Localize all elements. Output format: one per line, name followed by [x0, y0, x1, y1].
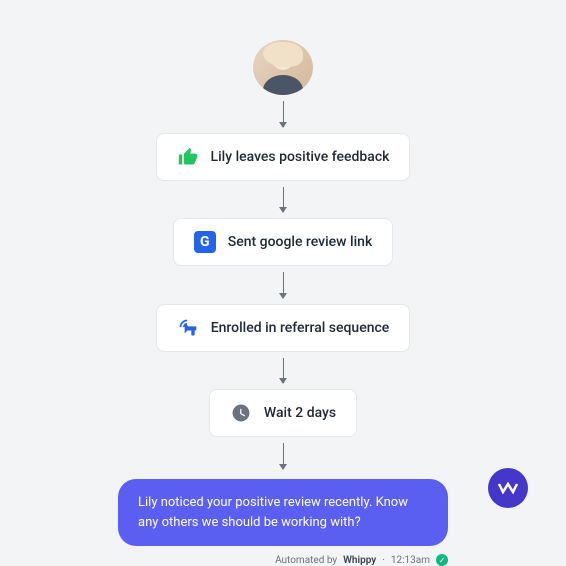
- arrow-icon: [283, 187, 284, 213]
- arrow-icon: [283, 443, 284, 469]
- message-text: Lily noticed your positive review recent…: [138, 495, 408, 530]
- step-wait: Wait 2 days: [209, 389, 357, 437]
- avatar: [253, 40, 313, 95]
- clock-icon: [230, 402, 252, 424]
- footer-prefix: Automated by: [275, 555, 337, 566]
- step-referral: Enrolled in referral sequence: [156, 304, 411, 352]
- thumbs-up-icon: [177, 146, 199, 168]
- whippy-logo-icon: [488, 468, 528, 508]
- automation-footer: Automated by Whippy · 12:13am ✓: [118, 554, 448, 566]
- step-feedback: Lily leaves positive feedback: [156, 133, 411, 181]
- footer-brand: Whippy: [343, 555, 376, 566]
- check-icon: ✓: [436, 554, 448, 566]
- arrow-icon: [283, 272, 284, 298]
- arrow-icon: [283, 101, 284, 127]
- message-bubble: Lily noticed your positive review recent…: [118, 479, 448, 546]
- step-label: Lily leaves positive feedback: [211, 149, 390, 165]
- arrow-icon: [283, 358, 284, 384]
- footer-time: 12:13am: [391, 555, 430, 566]
- step-label: Sent google review link: [228, 234, 373, 250]
- step-label: Wait 2 days: [264, 405, 336, 421]
- step-google-review: G Sent google review link: [173, 218, 394, 266]
- google-icon: G: [194, 231, 216, 253]
- megaphone-icon: [177, 317, 199, 339]
- step-label: Enrolled in referral sequence: [211, 320, 390, 336]
